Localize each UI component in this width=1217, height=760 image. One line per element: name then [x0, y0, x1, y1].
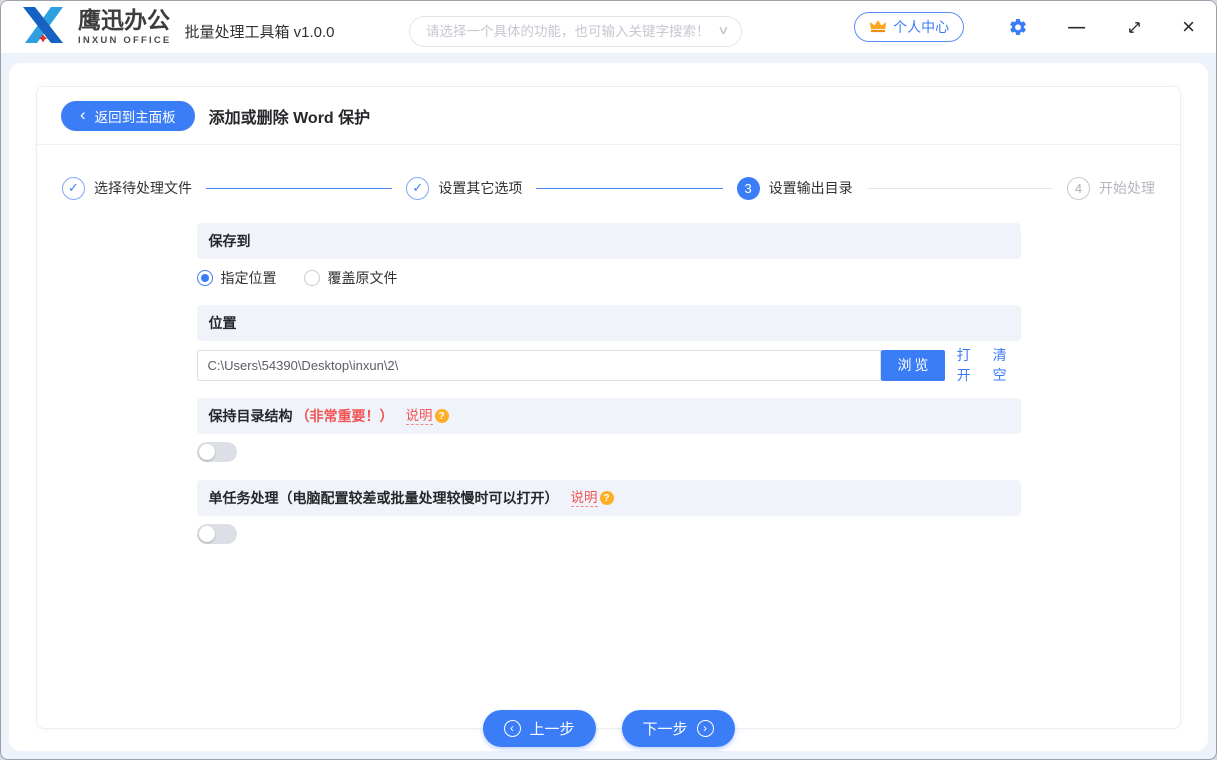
step-connector	[866, 187, 1053, 189]
brand-title: 鹰迅办公	[78, 7, 170, 34]
step-4-number: 4	[1066, 176, 1090, 200]
radio-specified-label: 指定位置	[220, 270, 277, 286]
main-panel: ‹ 返回到主面板 添加或删除 Word 保护 ✓ 选择待处理文件 ✓ 设置其它选…	[9, 63, 1208, 751]
check-icon: ✓	[62, 176, 85, 200]
step-3-label: 设置输出目录	[768, 180, 853, 196]
card-header: ‹ 返回到主面板 添加或删除 Word 保护	[37, 87, 1180, 145]
step-2-other-options[interactable]: ✓ 设置其它选项	[406, 176, 523, 200]
location-section-header: 位置	[196, 305, 1021, 341]
wizard-content: 保存到 指定位置 覆盖原文件 位置 浏览	[196, 223, 1021, 544]
next-step-label: 下一步	[642, 721, 688, 738]
save-to-title: 保存到	[208, 233, 251, 249]
radio-overwrite-original[interactable]: 覆盖原文件	[303, 268, 398, 288]
wizard-footer: ‹ 上一步 下一步 ›	[482, 710, 735, 747]
crown-icon	[869, 19, 887, 36]
settings-gear-icon[interactable]	[1008, 17, 1028, 37]
radio-specified-location[interactable]: 指定位置	[196, 268, 277, 288]
single-task-toggle[interactable]	[196, 524, 237, 544]
function-search[interactable]: ∨	[409, 16, 742, 47]
location-title: 位置	[208, 315, 237, 331]
radio-icon	[303, 270, 320, 286]
keep-structure-warning: （非常重要！）	[295, 408, 394, 424]
open-folder-link[interactable]: 打开	[957, 345, 985, 385]
browse-button[interactable]: 浏览	[881, 349, 945, 381]
prev-step-button[interactable]: ‹ 上一步	[482, 710, 596, 747]
question-badge-icon[interactable]: ?	[599, 491, 614, 505]
brand: 鹰迅办公 INXUN OFFICE	[17, 5, 171, 50]
single-task-title: 单任务处理（电脑配置较差或批量处理较慢时可以打开）	[208, 490, 559, 506]
check-icon: ✓	[406, 176, 430, 200]
prev-step-label: 上一步	[529, 721, 575, 738]
keep-structure-help-link[interactable]: 说明	[405, 407, 433, 426]
brand-subtitle: INXUN OFFICE	[78, 34, 172, 46]
minimize-button[interactable]: —	[1068, 17, 1085, 37]
circle-chevron-right-icon: ›	[696, 720, 714, 737]
logo-icon	[17, 5, 69, 50]
clear-path-link[interactable]: 清空	[993, 345, 1021, 385]
question-badge-icon[interactable]: ?	[434, 409, 449, 423]
back-button-label: 返回到主面板	[94, 109, 176, 125]
search-input[interactable]	[410, 17, 741, 46]
chevron-left-icon: ‹	[80, 105, 86, 124]
step-connector	[536, 187, 723, 189]
step-2-label: 设置其它选项	[438, 180, 523, 196]
wizard-card: ‹ 返回到主面板 添加或删除 Word 保护 ✓ 选择待处理文件 ✓ 设置其它选…	[36, 86, 1181, 747]
radio-overwrite-label: 覆盖原文件	[327, 270, 398, 286]
circle-chevron-left-icon: ‹	[503, 720, 521, 737]
next-step-button[interactable]: 下一步 ›	[621, 710, 735, 747]
user-center-label: 个人中心	[893, 19, 950, 35]
single-task-help-link[interactable]: 说明	[570, 489, 598, 508]
step-1-label: 选择待处理文件	[94, 180, 192, 196]
keep-structure-title: 保持目录结构	[208, 408, 293, 424]
brand-text: 鹰迅办公 INXUN OFFICE	[78, 8, 171, 45]
step-4-label: 开始处理	[1098, 180, 1155, 196]
step-connector	[206, 187, 393, 189]
location-path-row: 浏览 打开 清空	[196, 345, 1021, 385]
titlebar-controls: 个人中心 — ×	[854, 12, 1195, 42]
title-bar: 鹰迅办公 INXUN OFFICE 批量处理工具箱 v1.0.0 ∨ 个人中心	[1, 1, 1216, 53]
save-to-section-header: 保存到	[196, 223, 1021, 259]
app-window: 鹰迅办公 INXUN OFFICE 批量处理工具箱 v1.0.0 ∨ 个人中心	[0, 0, 1217, 760]
step-3-number: 3	[736, 176, 760, 200]
user-center-button[interactable]: 个人中心	[854, 12, 965, 42]
step-4-start-process[interactable]: 4 开始处理	[1066, 176, 1155, 200]
single-task-section-header: 单任务处理（电脑配置较差或批量处理较慢时可以打开） 说明 ?	[196, 480, 1021, 516]
output-path-input[interactable]	[196, 349, 882, 381]
step-3-output-dir[interactable]: 3 设置输出目录	[736, 176, 853, 200]
radio-icon	[196, 270, 213, 286]
page-title: 添加或删除 Word 保护	[208, 109, 371, 127]
back-to-dashboard-button[interactable]: ‹ 返回到主面板	[61, 100, 195, 131]
step-1-select-files[interactable]: ✓ 选择待处理文件	[62, 176, 192, 200]
maximize-button[interactable]	[1127, 20, 1142, 35]
save-to-options: 指定位置 覆盖原文件	[196, 268, 1021, 288]
step-indicator: ✓ 选择待处理文件 ✓ 设置其它选项 3 设置输出目录 4 开始处理	[37, 153, 1180, 223]
app-title: 批量处理工具箱 v1.0.0	[184, 23, 335, 41]
close-button[interactable]: ×	[1182, 16, 1195, 38]
keep-structure-toggle[interactable]	[196, 442, 237, 462]
keep-structure-section-header: 保持目录结构 （非常重要！） 说明 ?	[196, 398, 1021, 434]
